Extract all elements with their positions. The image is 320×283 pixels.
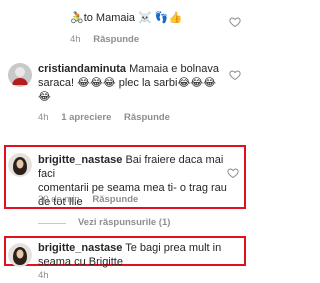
comment-body: brigitte_nastase Te bagi prea mult in se… xyxy=(38,241,230,283)
reply-button[interactable]: Răspunde xyxy=(92,194,138,205)
reply-button[interactable]: Răspunde xyxy=(93,34,139,45)
comment-text: 🚴to Mamaia ☠️ 👣👍 xyxy=(70,12,183,24)
username[interactable]: brigitte_nastase xyxy=(38,154,122,166)
username[interactable]: brigitte_nastase xyxy=(38,242,122,254)
comment-line: seama cu Brigitte xyxy=(38,256,123,268)
comment-line: Te bagi prea mult in xyxy=(125,242,222,254)
comment-meta: 4h Răspunde xyxy=(70,34,139,45)
comment-time: 30 de min xyxy=(38,194,80,205)
comment-time: 4h xyxy=(38,270,49,281)
avatar[interactable] xyxy=(8,63,32,87)
likes-count[interactable]: 1 apreciere xyxy=(61,112,111,123)
comment-time: 4h xyxy=(38,112,49,123)
heart-icon[interactable] xyxy=(227,166,239,179)
comment-line: Mamaia e bolnava xyxy=(129,63,219,75)
comment-line: comentarii pe seama mea ti- o trag rau xyxy=(38,182,227,194)
comment-meta: 4h 1 apreciere Răspunde xyxy=(38,112,170,123)
avatar[interactable] xyxy=(8,243,32,267)
comment-time: 4h xyxy=(70,34,81,45)
view-replies-link[interactable]: Vezi răspunsurile (1) xyxy=(78,217,170,228)
comment-line: 😂 xyxy=(38,91,51,103)
reply-button[interactable]: Răspunde xyxy=(124,112,170,123)
avatar[interactable] xyxy=(8,153,32,177)
heart-icon[interactable] xyxy=(229,68,241,81)
replies-divider xyxy=(38,223,66,224)
username[interactable]: cristiandaminuta xyxy=(38,63,126,75)
comment-meta: 30 de min Răspunde xyxy=(38,194,138,205)
heart-icon[interactable] xyxy=(229,15,241,28)
comment-body: cristiandaminuta Mamaia e bolnava saraca… xyxy=(38,62,228,104)
comment-line: saraca! 😂😂😂 plec la sarbi😂😂😂 xyxy=(38,77,216,89)
